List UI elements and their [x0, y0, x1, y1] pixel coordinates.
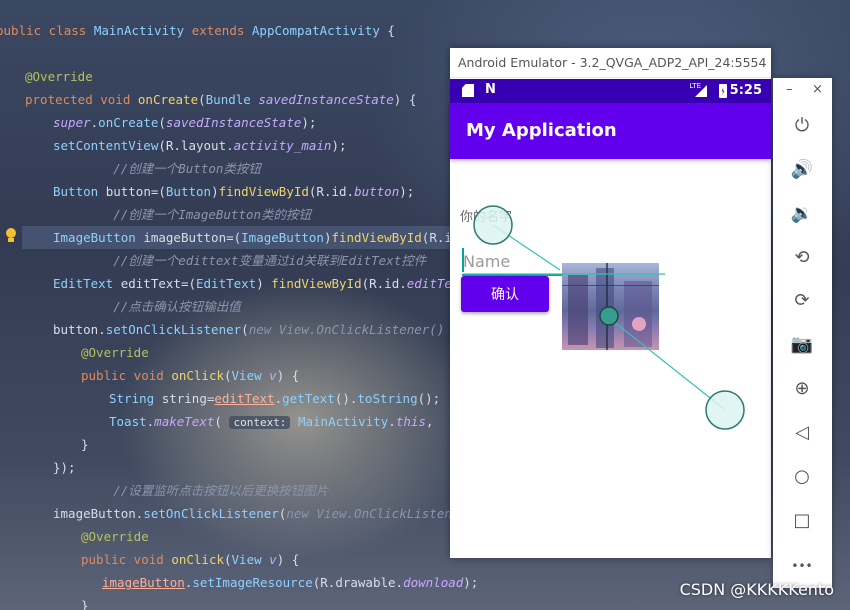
- code-line-14: button.setOnClickListener(new View.OnCli…: [53, 322, 459, 337]
- code-line-4: protected void onCreate(Bundle savedInst…: [25, 92, 417, 107]
- code-line-17: String string=editText.getText().toStrin…: [109, 391, 441, 406]
- zoom-icon[interactable]: ⊕: [790, 377, 814, 401]
- code-line-21: //设置监听点击按钮以后更换按钮图片: [53, 483, 329, 498]
- code-line-5: super.onCreate(savedInstanceState);: [53, 115, 317, 130]
- code-line-18: Toast.makeText( context: MainActivity.th…: [109, 410, 505, 433]
- code-line-13: //点击确认按钮输出值: [53, 299, 241, 314]
- emulator-window: Android Emulator - 3.2_QVGA_ADP2_API_24:…: [450, 48, 771, 558]
- code-line-24: public void onClick(View v) {: [81, 552, 300, 567]
- code-line-19: }: [81, 437, 89, 452]
- emulator-title: Android Emulator - 3.2_QVGA_ADP2_API_24:…: [450, 48, 771, 78]
- emulator-toolbar: – × ⏻ 🔊 🔉 ⟲ ⟳ 📷 ⊕ ◁ ○ □ •••: [773, 78, 832, 588]
- code-line-26: }: [81, 598, 89, 610]
- overview-icon[interactable]: □: [790, 509, 814, 533]
- home-icon[interactable]: ○: [790, 465, 814, 489]
- rotate-left-icon[interactable]: ⟲: [790, 246, 814, 270]
- image-button[interactable]: [562, 263, 659, 350]
- volume-up-icon[interactable]: 🔊: [790, 158, 814, 182]
- network-type: LTE: [689, 82, 701, 90]
- code-line-3: @Override: [25, 69, 93, 84]
- more-icon[interactable]: •••: [790, 554, 814, 578]
- watermark: CSDN @KKKKKento: [679, 580, 834, 599]
- code-line-9: //创建一个ImageButton类的按钮: [53, 207, 312, 222]
- code-line-10: ImageButton imageButton=(ImageButton)fin…: [53, 230, 482, 245]
- text-cursor: [462, 248, 464, 272]
- code-line-20: });: [53, 460, 76, 475]
- sd-card-icon: [462, 84, 474, 97]
- rotate-right-icon[interactable]: ⟳: [790, 289, 814, 313]
- volume-down-icon[interactable]: 🔉: [790, 202, 814, 226]
- code-line-25: imageButton.setImageResource(R.drawable.…: [102, 575, 479, 590]
- notification-n-icon: N: [485, 82, 496, 97]
- code-line-7: //创建一个Button类按钮: [53, 161, 261, 176]
- status-clock: 5:25: [729, 83, 762, 98]
- name-input[interactable]: [462, 248, 562, 276]
- code-line-15: @Override: [81, 345, 149, 360]
- code-line-23: @Override: [81, 529, 149, 544]
- minimize-button[interactable]: –: [786, 82, 793, 97]
- confirm-button[interactable]: 确认: [461, 276, 549, 312]
- power-icon[interactable]: ⏻: [790, 114, 814, 138]
- code-line-1: public class MainActivity extends AppCom…: [0, 23, 395, 38]
- battery-icon: [719, 84, 727, 98]
- code-line-16: public void onClick(View v) {: [81, 368, 300, 383]
- lightbulb-icon[interactable]: [5, 228, 17, 244]
- app-title: My Application: [450, 103, 771, 159]
- status-bar: N LTE 5:25: [450, 79, 771, 103]
- code-line-12: EditText editText=(EditText) findViewByI…: [53, 276, 483, 291]
- name-label: 你的名字: [460, 210, 513, 225]
- close-button[interactable]: ×: [812, 82, 823, 97]
- code-line-6: setContentView(R.layout.activity_main);: [53, 138, 347, 153]
- camera-icon[interactable]: 📷: [790, 333, 814, 357]
- code-line-8: Button button=(Button)findViewById(R.id.…: [53, 184, 415, 199]
- code-line-11: //创建一个edittext变量通过id关联到EditText控件: [53, 253, 427, 268]
- code-line-22: imageButton.setOnClickListener(new View.…: [53, 506, 482, 521]
- back-icon[interactable]: ◁: [790, 421, 814, 445]
